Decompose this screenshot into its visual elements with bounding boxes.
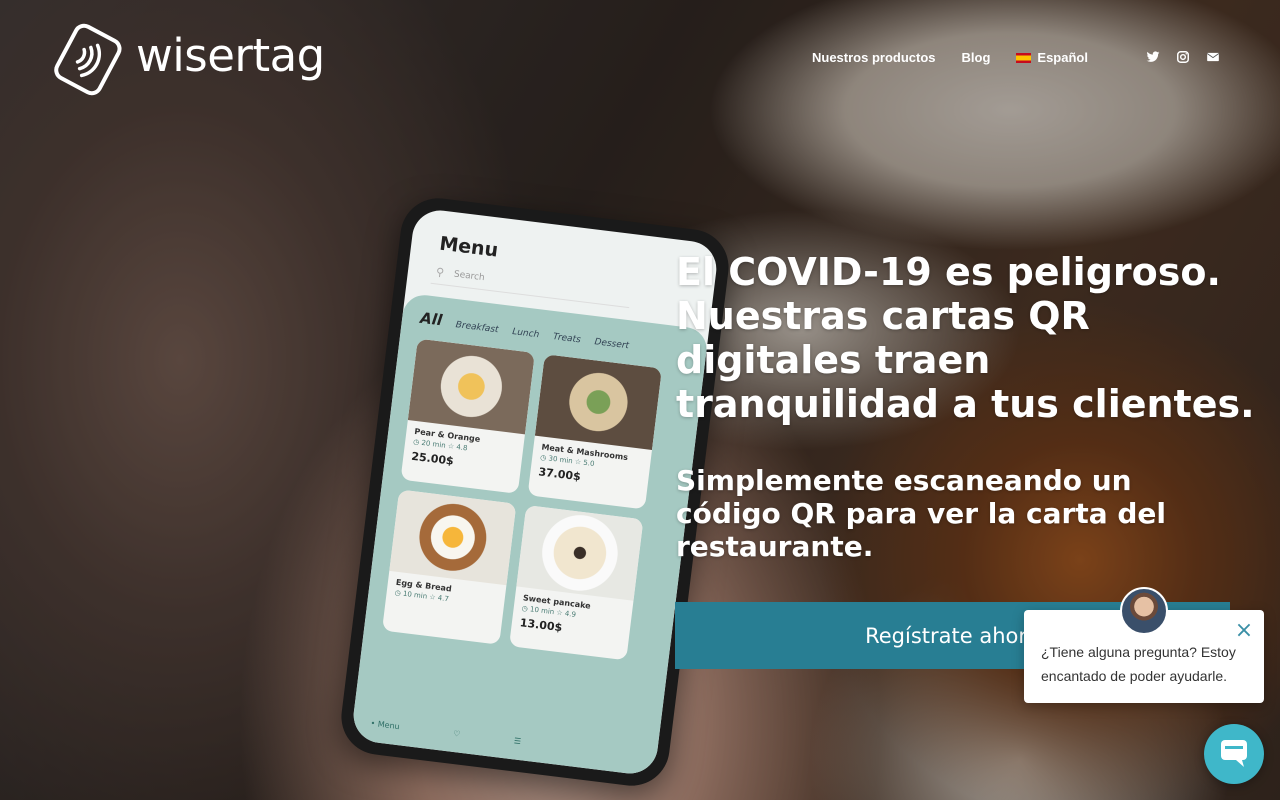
phone-tab: Treats [552,332,582,346]
brand-name: wisertag [136,28,325,82]
language-selector[interactable]: Español [1016,50,1088,65]
phone-dish-card: Pear & Orange ◷ 20 min ☆ 4.8 25.00$ [400,338,535,494]
social-links [1146,49,1220,63]
phone-nav-menu: • Menu [370,718,401,732]
twitter-icon[interactable] [1146,49,1160,63]
heart-icon: ♡ [452,728,461,739]
hero-subheadline: Simplemente escaneando un código QR para… [676,464,1166,563]
phone-menu-title: Menu [438,232,500,262]
phone-tab: Breakfast [455,320,499,336]
spain-flag-icon [1016,52,1032,63]
list-icon: ☰ [513,736,522,747]
language-label: Español [1037,50,1088,65]
phone-dish-card: Egg & Bread ◷ 10 min ☆ 4.7 [381,489,517,645]
nfc-tag-icon [54,23,122,96]
phone-dish-card: Meat & Mashrooms ◷ 30 min ☆ 5.0 37.00$ [527,354,662,510]
dish-photo [516,505,644,601]
nav-item-blog[interactable]: Blog [962,50,991,65]
phone-dish-card: Sweet pancake ◷ 10 min ☆ 4.9 13.00$ [509,505,644,661]
phone-tab: All [419,308,444,330]
chat-launcher-button[interactable] [1204,724,1264,784]
phone-screen: Menu Search All Breakfast Lunch Treats D… [350,207,720,777]
dish-photo [407,338,535,435]
chat-message: ¿Tiene alguna pregunta? Estoy encantado … [1041,644,1236,684]
hero-headline-bold: El COVID-19 es peligroso. [676,250,1221,294]
mail-icon[interactable] [1206,49,1220,63]
instagram-icon[interactable] [1176,49,1190,63]
close-icon[interactable]: × [1234,620,1254,642]
nav-item-products[interactable]: Nuestros productos [812,50,936,65]
main-nav: Nuestros productos Blog Español [812,50,1088,65]
dish-photo [534,354,662,450]
dish-photo [389,489,517,586]
phone-mockup: Menu Search All Breakfast Lunch Treats D… [337,193,733,791]
hero-headline: El COVID-19 es peligroso. Nuestras carta… [676,250,1256,426]
hero-headline-rest: Nuestras cartas QR digitales traen tranq… [676,294,1255,426]
phone-tab: Lunch [511,327,540,341]
phone-tab: Dessert [593,337,630,352]
agent-avatar [1120,587,1168,635]
phone-bottom-nav: • Menu ♡ ☰ [370,719,522,746]
brand-logo[interactable]: wisertag [50,22,325,96]
chat-bubble-icon [1221,740,1247,767]
phone-menu-panel: All Breakfast Lunch Treats Dessert Pear … [350,292,710,777]
